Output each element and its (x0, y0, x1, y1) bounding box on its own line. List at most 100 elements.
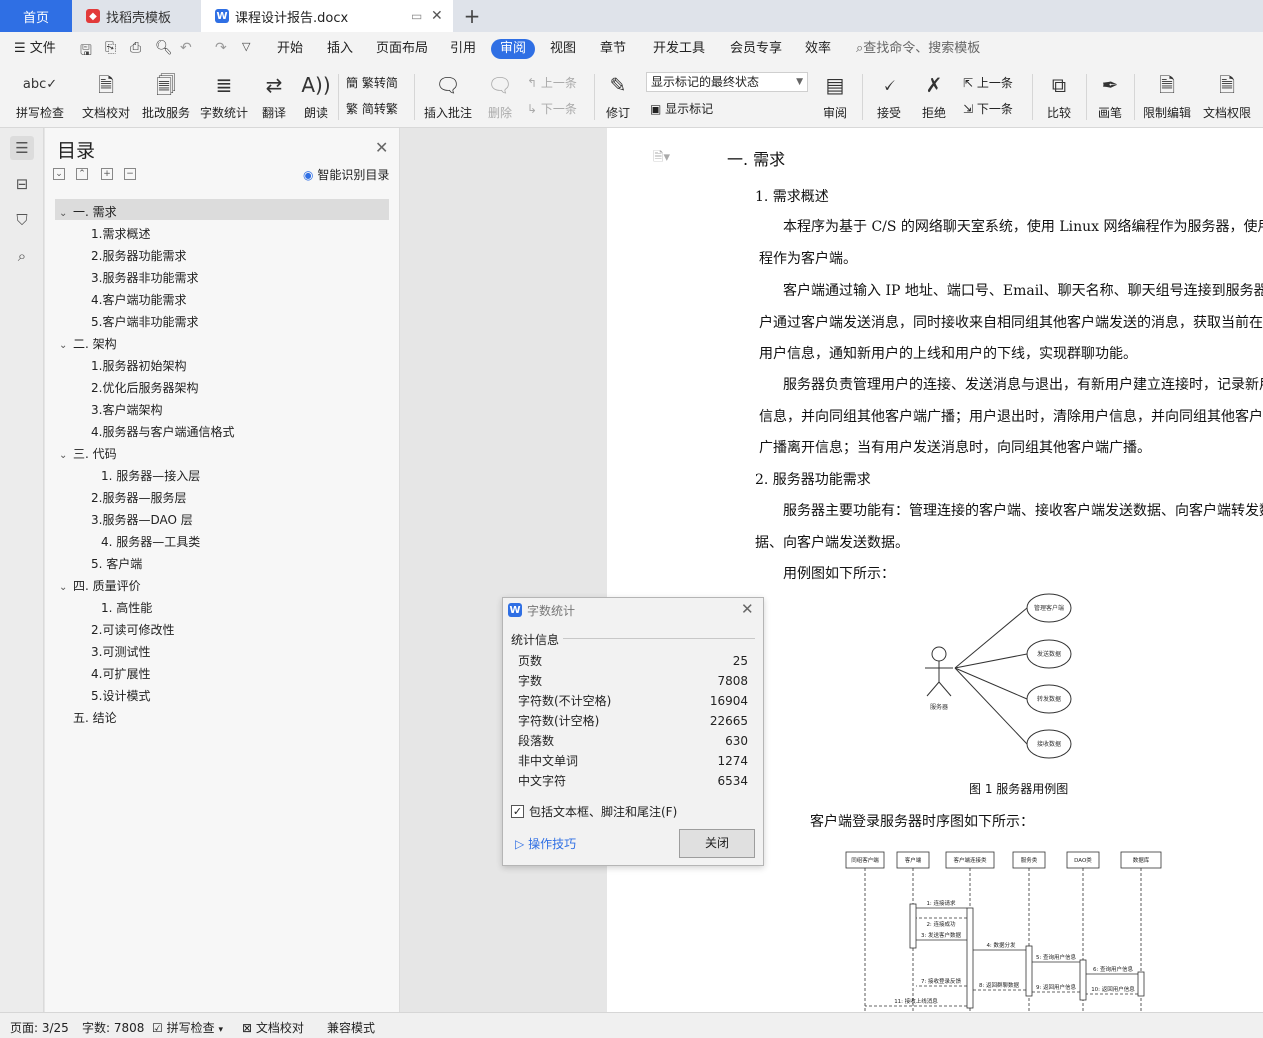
toc-item[interactable]: 2.服务器功能需求 (91, 245, 186, 267)
restrict-edit-button[interactable]: 🗎 限制编辑 (1140, 70, 1194, 121)
pen-button[interactable]: ✒ 画笔 (1094, 70, 1126, 121)
read-aloud-button[interactable]: A)) 朗读 (300, 70, 332, 121)
show-markup-button[interactable]: ▣ 显示标记 (650, 100, 713, 117)
spellcheck-status-label: 拼写检查 (166, 1021, 215, 1035)
toc-item[interactable]: 1.需求概述 (91, 223, 150, 245)
next-change-button[interactable]: ⇲ 下一条 (963, 100, 1013, 117)
batch-service-button[interactable]: 🗐 批改服务 (140, 70, 192, 121)
tab-template[interactable]: ◆ 找稻壳模板 (72, 0, 200, 32)
accept-button[interactable]: 🗸 接受 (870, 70, 908, 121)
insert-comment-button[interactable]: 🗨 插入批注 (420, 70, 476, 121)
close-icon[interactable]: ✕ (741, 600, 754, 618)
add-heading-icon[interactable]: + (101, 168, 113, 180)
toc-item[interactable]: 五. 结论 (59, 707, 117, 729)
toc-item[interactable]: 1. 服务器—接入层 (101, 465, 200, 487)
menu-insert[interactable]: 插入 (327, 39, 353, 59)
new-tab-button[interactable]: + (460, 0, 484, 32)
tips-link[interactable]: ▷ 操作技巧 (515, 835, 576, 852)
revise-button[interactable]: ✎ 修订 (600, 70, 636, 121)
chevron-down-icon[interactable]: ⌄ (59, 445, 73, 467)
page-menu-icon[interactable]: 🗎▾ (653, 148, 670, 170)
close-tab-icon[interactable]: ✕ (431, 8, 443, 24)
chevron-down-icon[interactable]: ⌄ (59, 577, 73, 599)
tab-document[interactable]: W 课程设计报告.docx ▭ ✕ (201, 0, 453, 32)
toc-item[interactable]: 5. 客户端 (91, 553, 142, 575)
spellcheck-status[interactable]: ☑ 拼写检查 ▾ (152, 1019, 223, 1036)
include-notes-checkbox[interactable]: ✓ 包括文本框、脚注和尾注(F) (511, 803, 677, 820)
menu-chapter[interactable]: 章节 (600, 39, 626, 59)
menu-efficiency[interactable]: 效率 (805, 39, 831, 59)
pin-icon[interactable]: ▭ (411, 9, 422, 23)
menu-references[interactable]: 引用 (450, 39, 476, 59)
toc-item[interactable]: 4.服务器与客户端通信格式 (91, 421, 234, 443)
toc-item[interactable]: 5.设计模式 (91, 685, 150, 707)
spellcheck-button[interactable]: abc✓ 拼写检查 (10, 70, 70, 121)
toc-item[interactable]: 4.可扩展性 (91, 663, 150, 685)
doc-permission-button[interactable]: 🗎 文档权限 (1200, 70, 1254, 121)
chevron-down-icon[interactable]: ⌄ (59, 203, 73, 225)
lifeline-label: 客户端连接类 (953, 856, 987, 864)
toc-pane-icon[interactable]: ☰ (10, 136, 34, 160)
to-simplified-button[interactable]: 簡 繁转简 (346, 74, 398, 91)
tab-home[interactable]: 首页 (0, 0, 72, 32)
menu-view[interactable]: 视图 (550, 39, 576, 59)
ai-toc-button[interactable]: ◉ 智能识别目录 (303, 166, 389, 183)
prev-comment-button[interactable]: ↰ 上一条 (527, 74, 577, 91)
delete-comment-button[interactable]: 🗨 删除 (480, 70, 520, 121)
translate-button[interactable]: ⇄ 翻译 (256, 70, 292, 121)
toc-item[interactable]: 3.服务器非功能需求 (91, 267, 198, 289)
toc-item[interactable]: 1.服务器初始架构 (91, 355, 186, 377)
toc-item[interactable]: 1. 高性能 (101, 597, 152, 619)
command-search[interactable]: ⌕查找命令、搜索模板 (856, 39, 980, 59)
bookmark-icon[interactable]: ⛉ (10, 208, 34, 232)
reject-button[interactable]: ✗ 拒绝 (915, 70, 953, 121)
file-menu[interactable]: ☰ 文件 (14, 39, 56, 59)
compare-button[interactable]: ⧉ 比较 (1040, 70, 1078, 121)
toc-item[interactable]: 2.服务器—服务层 (91, 487, 186, 509)
prev-change-button[interactable]: ⇱ 上一条 (963, 74, 1013, 91)
toc-item[interactable]: ⌄ 二. 架构 (59, 333, 117, 355)
actor-label: 服务器 (930, 703, 948, 711)
toc-item[interactable]: 4.客户端功能需求 (91, 289, 186, 311)
toc-item[interactable]: 2.可读可修改性 (91, 619, 174, 641)
menu-start[interactable]: 开始 (277, 39, 303, 59)
toc-item[interactable]: 3.可测试性 (91, 641, 150, 663)
toc-item[interactable]: ⌄ 一. 需求 (59, 201, 117, 223)
menu-layout[interactable]: 页面布局 (376, 39, 428, 59)
close-icon[interactable]: ✕ (375, 138, 388, 157)
doc-check-status[interactable]: ⊠ 文档校对 (242, 1019, 304, 1036)
collapse-all-icon[interactable]: ⌄ (53, 168, 65, 180)
expand-all-icon[interactable]: ⌃ (76, 168, 88, 180)
doc-check-button[interactable]: 🗎 文档校对 (80, 70, 132, 121)
toc-item[interactable]: ⌄ 三. 代码 (59, 443, 117, 465)
menu-review[interactable]: 审阅 (491, 39, 536, 59)
export-pdf-icon[interactable]: ⎘ (105, 40, 116, 56)
word-count-indicator[interactable]: 字数: 7808 (82, 1019, 144, 1036)
toc-item[interactable]: 3.客户端架构 (91, 399, 162, 421)
customize-toolbar-icon[interactable]: ▽ (242, 40, 250, 53)
word-count-button[interactable]: ≣ 字数统计 (198, 70, 250, 121)
page-indicator[interactable]: 页面: 3/25 (10, 1019, 69, 1036)
find-icon[interactable]: ⌕ (10, 244, 34, 268)
remove-heading-icon[interactable]: − (124, 168, 136, 180)
menu-member[interactable]: 会员专享 (730, 39, 782, 59)
toc-item[interactable]: 2.优化后服务器架构 (91, 377, 198, 399)
chevron-down-icon[interactable]: ⌄ (59, 335, 73, 357)
review-pane-button[interactable]: ▤ 审阅 (815, 70, 855, 121)
next-comment-button[interactable]: ↳ 下一条 (527, 100, 577, 117)
redo-icon[interactable]: ↷ (215, 40, 227, 56)
to-traditional-button[interactable]: 繁 简转繁 (346, 100, 398, 117)
chapter-nav-icon[interactable]: ⊟ (10, 172, 34, 196)
close-button[interactable]: 关闭 (679, 829, 755, 858)
toc-item[interactable]: ⌄ 四. 质量评价 (59, 575, 141, 597)
toc-item[interactable]: 3.服务器—DAO 层 (91, 509, 193, 531)
toc-item[interactable]: 4. 服务器—工具类 (101, 531, 200, 553)
undo-icon[interactable]: ↶ (180, 40, 192, 56)
menu-developer[interactable]: 开发工具 (653, 39, 705, 59)
print-icon[interactable]: ⎙ (130, 40, 141, 56)
markup-state-select[interactable]: 显示标记的最终状态 ▼ (646, 72, 808, 92)
print-preview-icon[interactable]: 🔍︎ (155, 40, 173, 56)
document-page[interactable]: 🗎▾ 一. 需求 1. 需求概述 本程序为基于 C/S 的网络聊天室系统，使用 … (607, 128, 1263, 1012)
save-icon[interactable]: 🖫 (80, 40, 92, 64)
toc-item[interactable]: 5.客户端非功能需求 (91, 311, 198, 333)
